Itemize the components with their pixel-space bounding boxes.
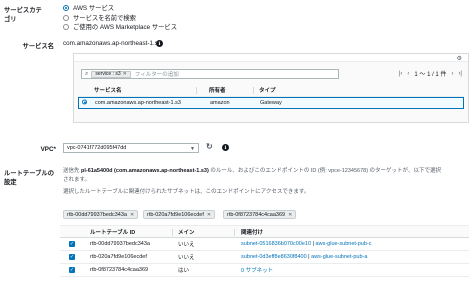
info-icon[interactable]: i xyxy=(156,40,163,47)
info-icon[interactable]: i xyxy=(222,144,229,151)
main-cell: はい xyxy=(178,268,190,274)
vpc-select[interactable]: vpc-0741f772d095f47dd ▼ xyxy=(63,143,199,153)
gear-icon[interactable]: ⚙ xyxy=(457,55,462,62)
selected-chip[interactable]: rtb-00dd79937bedc343a ✕ xyxy=(63,210,139,219)
refresh-icon[interactable]: ↻ xyxy=(206,142,213,151)
chevron-down-icon: ▼ xyxy=(190,146,195,152)
table-row[interactable]: ✓ rtb-020a7fd9e106ecdef いいえ subnet-0d3ef… xyxy=(60,251,469,264)
pagination-text: 1 〜 1 / 1 件 xyxy=(414,72,447,78)
column-divider xyxy=(234,229,235,236)
chip-label: rtb-020a7fd9e106ecdef xyxy=(147,211,204,218)
pagination: |‹ ‹ 1 〜 1 / 1 件 › ›| xyxy=(399,69,462,79)
route-table-description-2: されます。 xyxy=(63,177,90,183)
filter-token-label: service : s3 xyxy=(95,71,121,77)
services-table: サービス名 所有者 タイプ com.amazonaws.ap-northeast… xyxy=(78,84,464,109)
route-table-id-cell: rtb-0f8723784c4caa369 xyxy=(90,267,149,273)
filter-placeholder: フィルターの追加 xyxy=(134,72,179,78)
subnet-link[interactable]: subnet-0516836b070c00e10 xyxy=(241,241,311,247)
column-divider xyxy=(172,229,173,236)
column-header[interactable]: 関連付け xyxy=(241,228,263,236)
subnet-count-link[interactable]: 0 サブネット xyxy=(241,268,273,274)
route-tables-table: ルートテーブル ID メイン 関連付け ✓ rtb-00dd79937bedc3… xyxy=(60,225,469,277)
route-table-label: ルートテーブルの設定 xyxy=(4,170,54,186)
association-cell: subnet-0d3eff8e8630f8400 | aws-glue-subn… xyxy=(241,254,368,260)
table-row[interactable]: ✓ rtb-00dd79937bedc343a いいえ subnet-05168… xyxy=(60,238,469,251)
service-cell: com.amazonaws.ap-northeast-1.s3 xyxy=(95,100,181,106)
table-header: ルートテーブル ID メイン 関連付け xyxy=(60,225,469,238)
subnet-link[interactable]: subnet-0d3eff8e8630f8400 xyxy=(241,254,307,260)
column-header[interactable]: ルートテーブル ID xyxy=(90,228,135,236)
subnet-name-link[interactable]: aws-glue-subnet-pub-c xyxy=(316,241,372,247)
radio-button[interactable] xyxy=(63,4,69,11)
row-checkbox[interactable]: ✓ xyxy=(69,254,75,260)
radio-aws-services[interactable]: AWS サービス xyxy=(63,3,114,12)
selected-chip[interactable]: rtb-0f8723784c4caa369 ✕ xyxy=(223,210,297,219)
close-icon[interactable]: ✕ xyxy=(207,212,211,218)
chip-label: rtb-0f8723784c4caa369 xyxy=(227,211,286,218)
row-checkbox[interactable]: ✓ xyxy=(69,267,75,273)
route-table-id-cell: rtb-020a7fd9e106ecdef xyxy=(90,254,147,260)
service-name-value: com.amazonaws.ap-northeast-1.s3 xyxy=(63,40,162,47)
selected-chip[interactable]: rtb-020a7fd9e106ecdef ✕ xyxy=(143,210,216,219)
services-panel: ⚙ ⌕ service : s3 ✕ フィルターの追加 |‹ ‹ 1 〜 1 /… xyxy=(73,53,469,123)
service-category-label: サービスカテゴリ xyxy=(4,7,42,23)
last-page-icon[interactable]: ›| xyxy=(458,71,462,77)
radio-button[interactable] xyxy=(63,23,69,30)
main-cell: いいえ xyxy=(178,255,195,261)
association-cell: 0 サブネット xyxy=(241,266,273,274)
filter-token[interactable]: service : s3 ✕ xyxy=(91,70,131,78)
route-table-description: 送信先 pl-61a5400d (com.amazonaws.ap-northe… xyxy=(63,166,441,174)
route-table-id-cell: rtb-00dd79937bedc343a xyxy=(90,241,150,247)
radio-label: サービスを名前で検索 xyxy=(73,15,136,22)
column-divider xyxy=(253,87,254,94)
search-icon: ⌕ xyxy=(85,70,89,77)
table-row[interactable]: com.amazonaws.ap-northeast-1.s3 amazon G… xyxy=(78,97,464,109)
radio-button[interactable] xyxy=(63,14,69,21)
filter-input[interactable]: ⌕ service : s3 ✕ フィルターの追加 xyxy=(81,69,339,79)
radio-search-by-name[interactable]: サービスを名前で検索 xyxy=(63,13,136,22)
route-table-description-3: 選択したルートテーブルに関連付けられたサブネットは、このエンドポイントにアクセス… xyxy=(63,189,310,195)
radio-label: ご使用の AWS Marketplace サービス xyxy=(73,24,178,31)
column-divider xyxy=(196,87,197,94)
first-page-icon[interactable]: |‹ xyxy=(399,71,403,77)
vpc-select-value: vpc-0741f772d095f47dd xyxy=(67,145,127,151)
desc-text: 送信先 xyxy=(63,168,82,174)
subnet-name-link[interactable]: aws-glue-subnet-pub-a xyxy=(311,254,367,260)
next-page-icon[interactable]: › xyxy=(451,71,453,77)
close-icon[interactable]: ✕ xyxy=(123,71,127,77)
vpc-label: VPC* xyxy=(40,146,56,153)
column-header[interactable]: タイプ xyxy=(259,86,276,94)
table-row[interactable]: ✓ rtb-0f8723784c4caa369 はい 0 サブネット xyxy=(60,264,469,277)
column-header[interactable]: メイン xyxy=(178,228,195,236)
desc-bold: pl-61a5400d (com.amazonaws.ap-northeast-… xyxy=(81,168,209,174)
table-header: サービス名 所有者 タイプ xyxy=(78,84,464,97)
close-icon[interactable]: ✕ xyxy=(130,212,134,218)
association-cell: subnet-0516836b070c00e10 | aws-glue-subn… xyxy=(241,241,372,247)
column-header[interactable]: サービス名 xyxy=(94,86,122,94)
panel-toolbar: ⚙ xyxy=(74,54,468,62)
radio-marketplace[interactable]: ご使用の AWS Marketplace サービス xyxy=(63,22,177,31)
column-header[interactable]: 所有者 xyxy=(209,86,226,94)
chip-label: rtb-00dd79937bedc343a xyxy=(67,211,127,218)
prev-page-icon[interactable]: ‹ xyxy=(407,71,409,77)
row-radio[interactable] xyxy=(82,99,87,107)
desc-text: のルール、およびこのエンドポイントの ID (例: vpce-12345678)… xyxy=(208,168,441,174)
close-icon[interactable]: ✕ xyxy=(288,212,292,218)
radio-label: AWS サービス xyxy=(73,5,115,12)
service-name-label: サービス名 xyxy=(22,43,54,50)
row-checkbox[interactable]: ✓ xyxy=(69,241,75,247)
type-cell: Gateway xyxy=(260,100,282,106)
main-cell: いいえ xyxy=(178,242,195,248)
owner-cell: amazon xyxy=(210,100,230,106)
